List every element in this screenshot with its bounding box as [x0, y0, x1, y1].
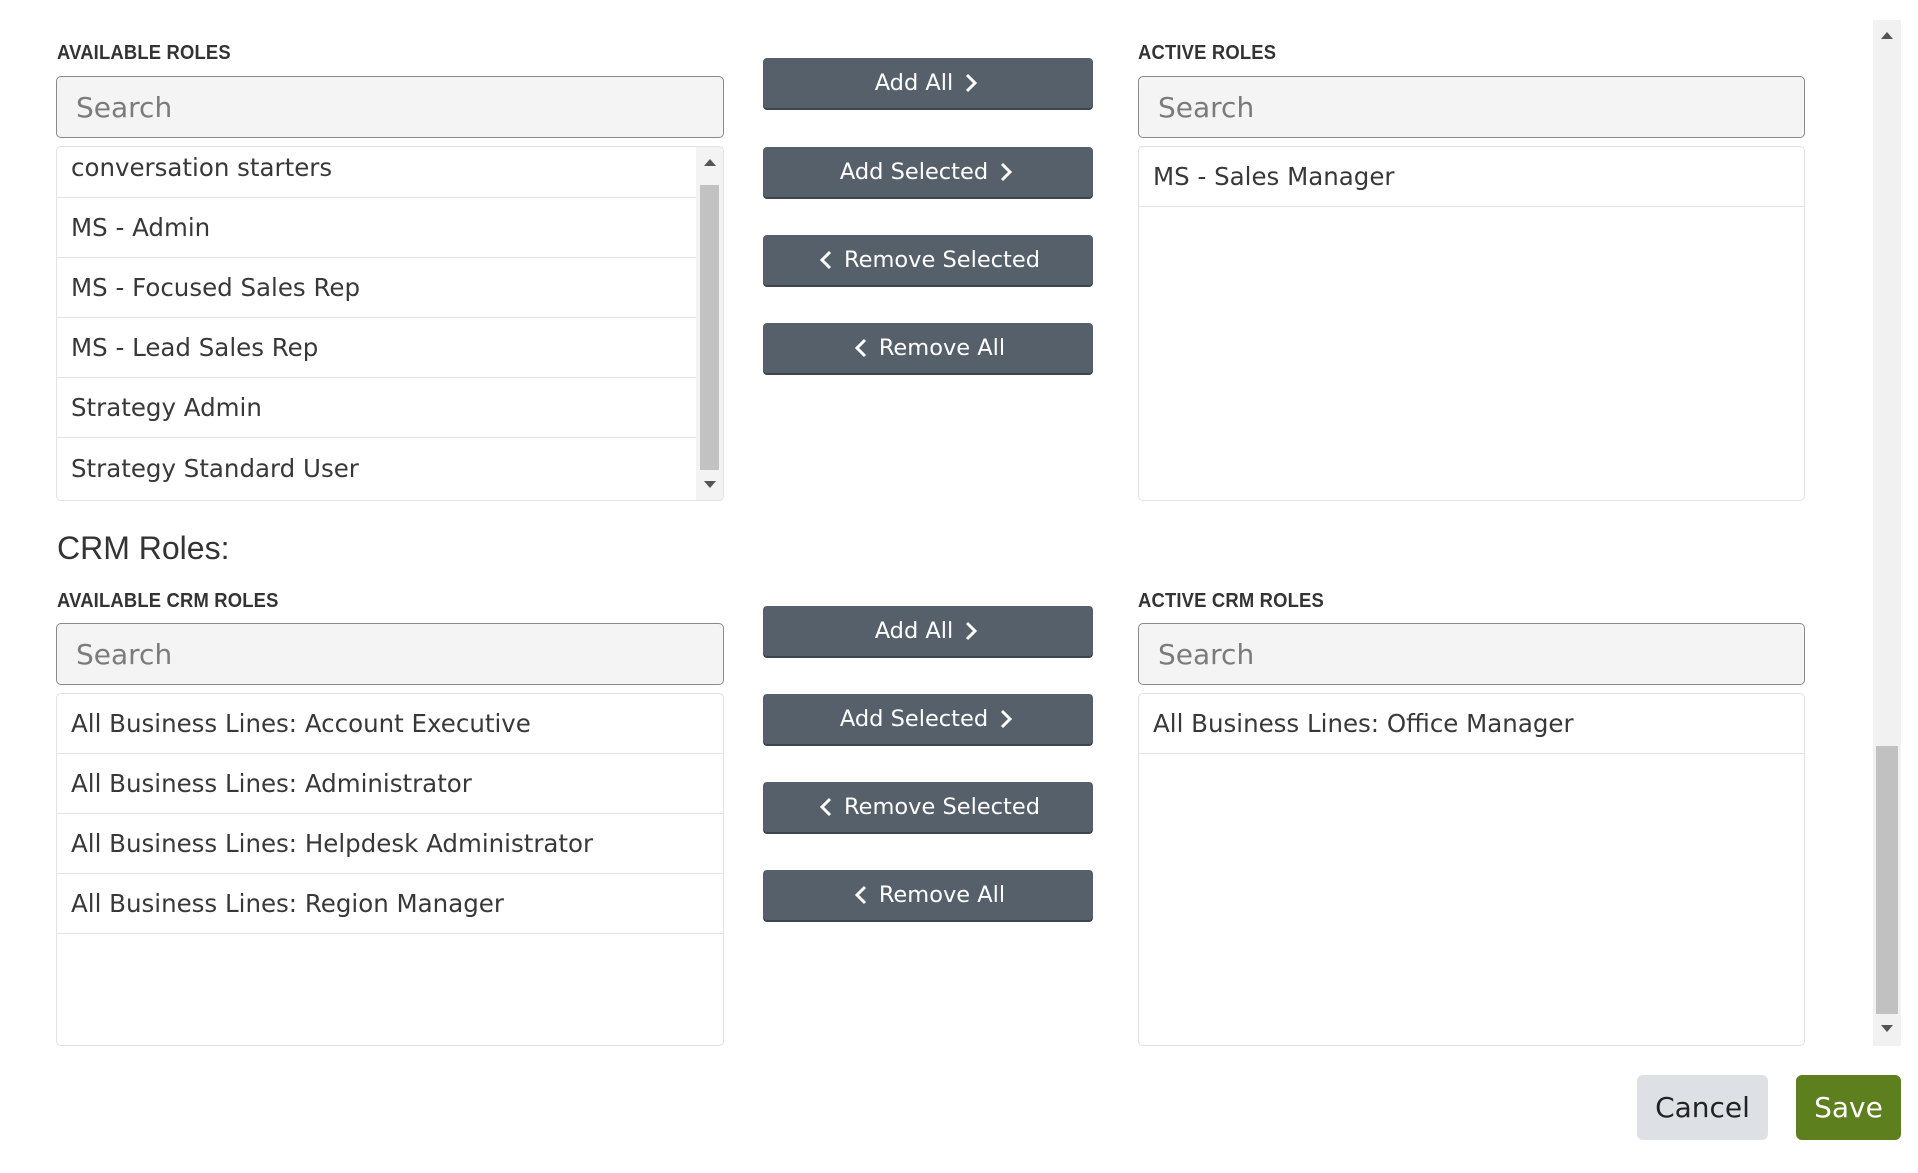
list-item[interactable]: All Business Lines: Administrator	[57, 754, 723, 814]
available-roles-scrollbar[interactable]	[696, 147, 723, 500]
list-item[interactable]: Strategy Admin	[57, 378, 696, 438]
list-item[interactable]: Strategy Standard User	[57, 438, 696, 498]
scroll-down-arrow-icon[interactable]	[704, 481, 716, 488]
list-item[interactable]: conversation starters	[57, 147, 696, 198]
chevron-right-icon	[1001, 709, 1013, 729]
chevron-left-icon	[819, 797, 832, 817]
add-selected-crm-roles-button[interactable]: Add Selected	[763, 694, 1093, 744]
active-roles-search-input[interactable]: Search	[1138, 76, 1805, 138]
cancel-button[interactable]: Cancel	[1637, 1075, 1768, 1140]
add-all-roles-button[interactable]: Add All	[763, 58, 1093, 108]
scroll-up-arrow-icon[interactable]	[704, 159, 716, 166]
list-item[interactable]: All Business Lines: Account Executive	[57, 694, 723, 754]
remove-all-crm-roles-button[interactable]: Remove All	[763, 870, 1093, 920]
active-crm-roles-list[interactable]: All Business Lines: Office Manager	[1138, 693, 1805, 1046]
available-crm-roles-list[interactable]: All Business Lines: Account Executive Al…	[56, 693, 724, 1046]
available-roles-label: AVAILABLE ROLES	[57, 42, 231, 64]
list-item[interactable]: MS - Admin	[57, 198, 696, 258]
chevron-left-icon	[819, 250, 832, 270]
available-roles-list[interactable]: conversation starters MS - Admin MS - Fo…	[56, 146, 724, 501]
add-all-crm-roles-button[interactable]: Add All	[763, 606, 1093, 656]
chevron-left-icon	[854, 338, 866, 358]
scrollbar-thumb[interactable]	[700, 185, 719, 470]
available-roles-search-input[interactable]: Search	[56, 76, 724, 138]
list-item[interactable]: All Business Lines: Region Manager	[57, 874, 723, 934]
crm-roles-heading: CRM Roles:	[57, 530, 230, 566]
available-crm-roles-label: AVAILABLE CRM ROLES	[57, 590, 279, 612]
page-scrollbar[interactable]	[1873, 20, 1901, 1046]
chevron-right-icon	[1001, 162, 1013, 182]
list-item[interactable]: MS - Sales Manager	[1139, 147, 1804, 207]
remove-all-roles-button[interactable]: Remove All	[763, 323, 1093, 373]
list-item[interactable]: MS - Lead Sales Rep	[57, 318, 696, 378]
scroll-up-arrow-icon[interactable]	[1881, 32, 1893, 39]
search-placeholder: Search	[76, 90, 173, 124]
page-scrollbar-thumb[interactable]	[1876, 746, 1898, 1014]
list-item[interactable]: MS - Focused Sales Rep	[57, 258, 696, 318]
scroll-down-arrow-icon[interactable]	[1881, 1025, 1893, 1032]
list-item[interactable]: All Business Lines: Office Manager	[1139, 694, 1804, 754]
active-roles-list[interactable]: MS - Sales Manager	[1138, 146, 1805, 501]
add-selected-roles-button[interactable]: Add Selected	[763, 147, 1093, 197]
remove-selected-roles-button[interactable]: Remove Selected	[763, 235, 1093, 285]
chevron-right-icon	[966, 621, 978, 641]
active-crm-roles-label: ACTIVE CRM ROLES	[1138, 590, 1324, 612]
search-placeholder: Search	[76, 637, 173, 671]
chevron-left-icon	[854, 885, 866, 905]
list-item[interactable]: All Business Lines: Helpdesk Administrat…	[57, 814, 723, 874]
search-placeholder: Search	[1158, 90, 1255, 124]
remove-selected-crm-roles-button[interactable]: Remove Selected	[763, 782, 1093, 832]
save-button[interactable]: Save	[1796, 1075, 1901, 1140]
search-placeholder: Search	[1158, 637, 1255, 671]
chevron-right-icon	[966, 73, 978, 93]
available-crm-roles-search-input[interactable]: Search	[56, 623, 724, 685]
active-roles-label: ACTIVE ROLES	[1138, 42, 1277, 64]
active-crm-roles-search-input[interactable]: Search	[1138, 623, 1805, 685]
